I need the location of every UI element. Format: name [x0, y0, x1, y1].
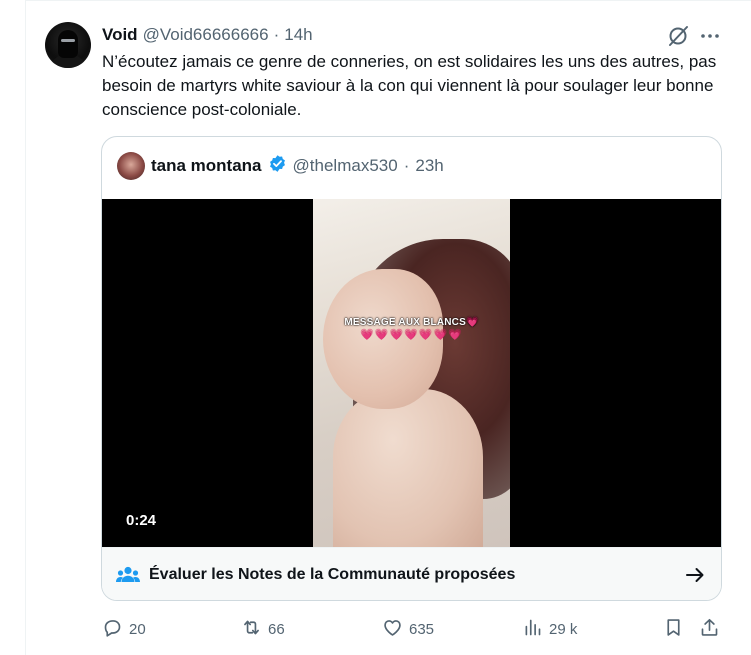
avatar-balaclava	[58, 30, 78, 58]
retweet-icon	[241, 617, 262, 642]
tweet-header: Void @Void66666666 · 14h	[102, 24, 313, 46]
views-count: 29 k	[549, 620, 578, 638]
quote-header: tana montana @thelmax530 · 23h	[117, 151, 444, 181]
tweet-text: N’écoutez jamais ce genre de conneries, …	[102, 52, 717, 119]
arrow-right-icon[interactable]	[684, 564, 706, 586]
tweet-time[interactable]: 14h	[284, 25, 312, 45]
reply-icon	[102, 617, 123, 642]
quote-author-name[interactable]: tana montana	[151, 156, 262, 176]
video-player[interactable]: MESSAGE AUX BLANCS💗 💗💗💗💗💗💗💗 0:24	[102, 199, 721, 547]
overlay-hearts: 💗💗💗💗💗💗💗	[360, 329, 463, 341]
community-notes-prompt[interactable]: Évaluer les Notes de la Communauté propo…	[102, 547, 721, 600]
header-separator: ·	[273, 25, 280, 44]
overlay-text: MESSAGE AUX BLANCS💗	[344, 317, 479, 328]
bookmark-button[interactable]	[663, 617, 684, 641]
avatar-eyes	[61, 39, 75, 42]
people-icon	[116, 564, 140, 586]
views-icon	[522, 617, 543, 642]
retweet-count: 66	[268, 620, 285, 638]
heart-icon	[382, 617, 403, 642]
community-notes-label: Évaluer les Notes de la Communauté propo…	[149, 566, 516, 583]
quote-separator: ·	[403, 156, 410, 175]
views-button[interactable]: 29 k	[522, 617, 577, 641]
video-duration: 0:24	[126, 512, 157, 529]
quote-time[interactable]: 23h	[415, 156, 443, 176]
reply-count: 20	[129, 620, 146, 638]
reply-button[interactable]: 20	[102, 617, 146, 641]
retweet-button[interactable]: 66	[241, 617, 285, 641]
grok-icon[interactable]	[666, 24, 690, 48]
quoted-tweet[interactable]: tana montana @thelmax530 · 23h MESSAGE A…	[101, 136, 722, 601]
like-button[interactable]: 635	[382, 617, 434, 641]
video-overlay-caption: MESSAGE AUX BLANCS💗 💗💗💗💗💗💗💗	[313, 317, 510, 341]
quote-author-handle[interactable]: @thelmax530	[293, 156, 398, 176]
like-count: 635	[409, 620, 435, 638]
share-button[interactable]	[699, 617, 720, 641]
quote-author-avatar[interactable]	[117, 152, 145, 180]
share-icon	[699, 617, 720, 642]
video-frame: MESSAGE AUX BLANCS💗 💗💗💗💗💗💗💗	[313, 199, 510, 547]
author-handle[interactable]: @Void66666666	[143, 25, 269, 45]
verified-badge-icon	[268, 154, 287, 178]
tweet-actions: 20 66 635 29 k	[102, 617, 722, 641]
more-icon[interactable]	[698, 24, 722, 48]
author-name[interactable]: Void	[102, 25, 138, 45]
bookmark-icon	[663, 617, 684, 642]
author-avatar[interactable]	[45, 22, 91, 68]
video-neck	[333, 389, 483, 547]
